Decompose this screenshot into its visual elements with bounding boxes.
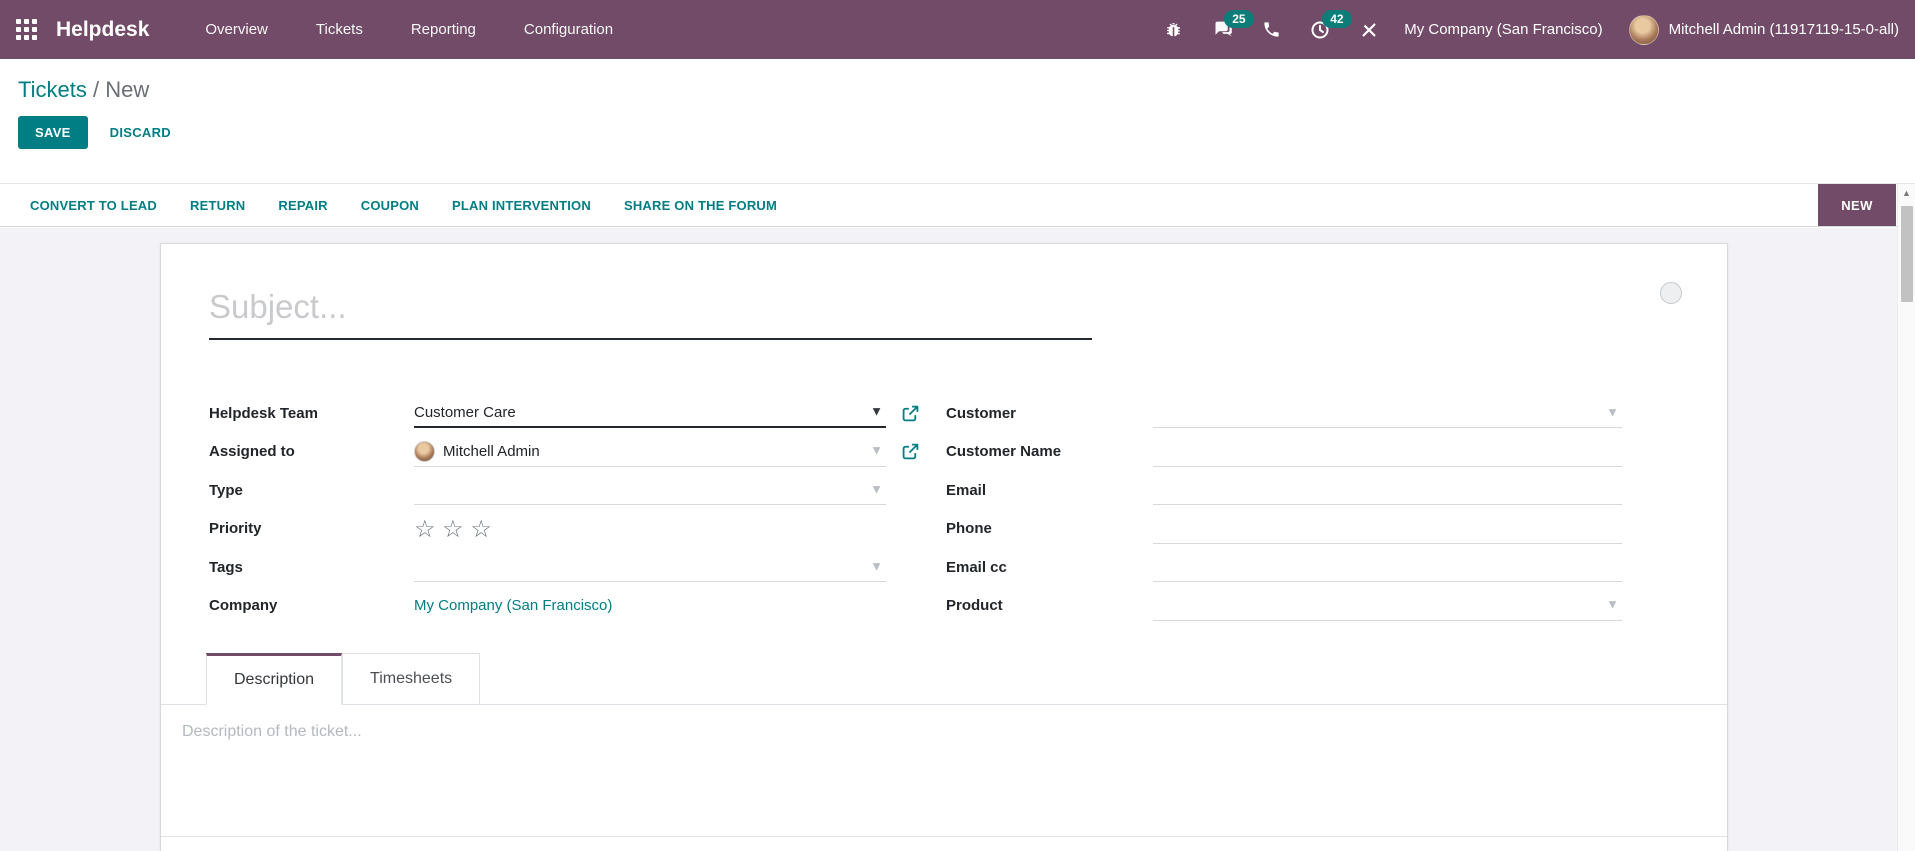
- company-label: Company: [209, 597, 278, 615]
- tab-description[interactable]: Description: [206, 653, 343, 705]
- customer-name-input[interactable]: [1153, 437, 1622, 467]
- menu-tickets[interactable]: Tickets: [314, 1, 365, 58]
- subject-input[interactable]: [209, 282, 1092, 340]
- type-label: Type: [209, 481, 243, 499]
- email-cc-input[interactable]: [1153, 552, 1622, 583]
- scrollbar-up-arrow[interactable]: ▲: [1898, 184, 1915, 202]
- apps-menu-icon[interactable]: [16, 19, 37, 40]
- tab-timesheets[interactable]: Timesheets: [342, 653, 481, 705]
- field-type: Type ▼: [209, 471, 929, 510]
- repair-button[interactable]: REPAIR: [278, 198, 327, 213]
- company-switcher[interactable]: My Company (San Francisco): [1404, 21, 1602, 38]
- convert-to-lead-button[interactable]: CONVERT TO LEAD: [30, 198, 157, 213]
- user-avatar[interactable]: [1628, 14, 1659, 45]
- field-company: Company My Company (San Francisco): [209, 587, 929, 626]
- user-menu[interactable]: Mitchell Admin (11917119-15-0-all): [1669, 21, 1899, 38]
- activities-clock-icon[interactable]: 42: [1309, 9, 1352, 41]
- company-input[interactable]: My Company (San Francisco): [414, 591, 886, 621]
- helpdesk-team-input[interactable]: Customer Care ▼: [414, 398, 886, 429]
- type-input[interactable]: ▼: [414, 475, 886, 506]
- share-on-forum-button[interactable]: SHARE ON THE FORUM: [624, 198, 777, 213]
- kanban-state-circle[interactable]: [1660, 282, 1682, 304]
- save-button[interactable]: SAVE: [18, 116, 88, 149]
- customer-label: Customer: [946, 404, 1017, 422]
- field-email: Email: [946, 471, 1622, 510]
- priority-label: Priority: [209, 520, 262, 538]
- phone-icon[interactable]: [1260, 19, 1282, 41]
- debug-bug-icon[interactable]: [1162, 19, 1184, 41]
- coupon-button[interactable]: COUPON: [361, 198, 419, 213]
- control-buttons: SAVE DISCARD: [18, 116, 1915, 149]
- tags-input[interactable]: ▼: [414, 552, 886, 583]
- field-customer-name: Customer Name: [946, 433, 1622, 472]
- fields-right-column: Customer ▼ Customer Name Email Phone Ema…: [946, 394, 1622, 625]
- customer-name-label: Customer Name: [946, 443, 1062, 461]
- statusbar: CONVERT TO LEAD RETURN REPAIR COUPON PLA…: [0, 183, 1915, 227]
- helpdesk-team-external-link-icon[interactable]: [902, 405, 919, 422]
- scrollbar-thumb[interactable]: [1900, 206, 1913, 302]
- phone-label: Phone: [946, 520, 992, 538]
- subject-field-wrap: [209, 282, 1092, 340]
- email-label: Email: [946, 481, 987, 499]
- app-brand[interactable]: Helpdesk: [56, 18, 149, 42]
- product-input[interactable]: ▼: [1153, 591, 1622, 621]
- activities-count-badge[interactable]: 42: [1322, 9, 1352, 28]
- breadcrumb-separator: /: [86, 77, 106, 102]
- assigned-to-external-link-icon[interactable]: [902, 443, 919, 460]
- type-dropdown-icon[interactable]: ▼: [870, 482, 883, 495]
- assigned-to-value: Mitchell Admin: [443, 442, 540, 460]
- email-cc-label: Email cc: [946, 558, 1007, 576]
- return-button[interactable]: RETURN: [190, 198, 245, 213]
- fields-left-column: Helpdesk Team Customer Care ▼ Assigned t…: [209, 394, 929, 625]
- main-menu: Overview Tickets Reporting Configuration: [203, 1, 615, 58]
- menu-reporting[interactable]: Reporting: [409, 1, 478, 58]
- phone-input[interactable]: [1153, 514, 1622, 544]
- menu-overview[interactable]: Overview: [203, 1, 270, 58]
- field-assigned-to: Assigned to Mitchell Admin ▼: [209, 433, 929, 472]
- email-input[interactable]: [1153, 475, 1622, 506]
- tags-dropdown-icon[interactable]: ▼: [870, 559, 883, 572]
- form-view-background: Helpdesk Team Customer Care ▼ Ass: [0, 228, 1897, 851]
- systray: 25 42: [1162, 9, 1380, 41]
- helpdesk-team-label: Helpdesk Team: [209, 404, 318, 422]
- discard-button[interactable]: DISCARD: [110, 125, 171, 140]
- assigned-to-input[interactable]: Mitchell Admin ▼: [414, 437, 886, 467]
- breadcrumb: Tickets / New: [0, 59, 1915, 103]
- product-dropdown-icon[interactable]: ▼: [1606, 598, 1619, 611]
- tools-icon[interactable]: [1358, 19, 1380, 41]
- plan-intervention-button[interactable]: PLAN INTERVENTION: [452, 198, 591, 213]
- helpdesk-team-value: Customer Care: [414, 403, 516, 421]
- breadcrumb-tickets-link[interactable]: Tickets: [18, 77, 87, 102]
- priority-stars[interactable]: ☆ ☆ ☆: [414, 516, 492, 542]
- field-product: Product ▼: [946, 587, 1622, 626]
- messages-count-badge[interactable]: 25: [1224, 9, 1254, 28]
- helpdesk-team-dropdown-icon[interactable]: ▼: [870, 405, 883, 418]
- control-panel: Tickets / New SAVE DISCARD: [0, 59, 1915, 183]
- notebook-tabs: Description Timesheets: [161, 653, 1727, 705]
- assigned-to-dropdown-icon[interactable]: ▼: [870, 444, 883, 457]
- field-tags: Tags ▼: [209, 548, 929, 587]
- description-placeholder[interactable]: Description of the ticket...: [182, 723, 1670, 823]
- field-helpdesk-team: Helpdesk Team Customer Care ▼: [209, 394, 929, 433]
- tags-label: Tags: [209, 558, 243, 576]
- field-email-cc: Email cc: [946, 548, 1622, 587]
- breadcrumb-current: New: [105, 77, 150, 102]
- customer-dropdown-icon[interactable]: ▼: [1606, 405, 1619, 418]
- field-customer: Customer ▼: [946, 394, 1622, 433]
- priority-input: ☆ ☆ ☆: [414, 514, 886, 544]
- product-label: Product: [946, 597, 1003, 615]
- field-priority: Priority ☆ ☆ ☆: [209, 510, 929, 549]
- description-editor[interactable]: Description of the ticket...: [161, 705, 1727, 837]
- messages-icon[interactable]: 25: [1211, 9, 1254, 41]
- vertical-scrollbar[interactable]: ▲: [1897, 184, 1915, 851]
- assigned-to-label: Assigned to: [209, 443, 295, 461]
- ticket-form-sheet: Helpdesk Team Customer Care ▼ Ass: [160, 243, 1728, 851]
- customer-input[interactable]: ▼: [1153, 398, 1622, 429]
- company-value-link[interactable]: My Company (San Francisco): [414, 597, 612, 614]
- stage-new-badge[interactable]: NEW: [1818, 184, 1896, 226]
- top-navbar: Helpdesk Overview Tickets Reporting Conf…: [0, 0, 1915, 59]
- field-phone: Phone: [946, 510, 1622, 549]
- menu-configuration[interactable]: Configuration: [522, 1, 615, 58]
- assignee-avatar: [414, 440, 435, 462]
